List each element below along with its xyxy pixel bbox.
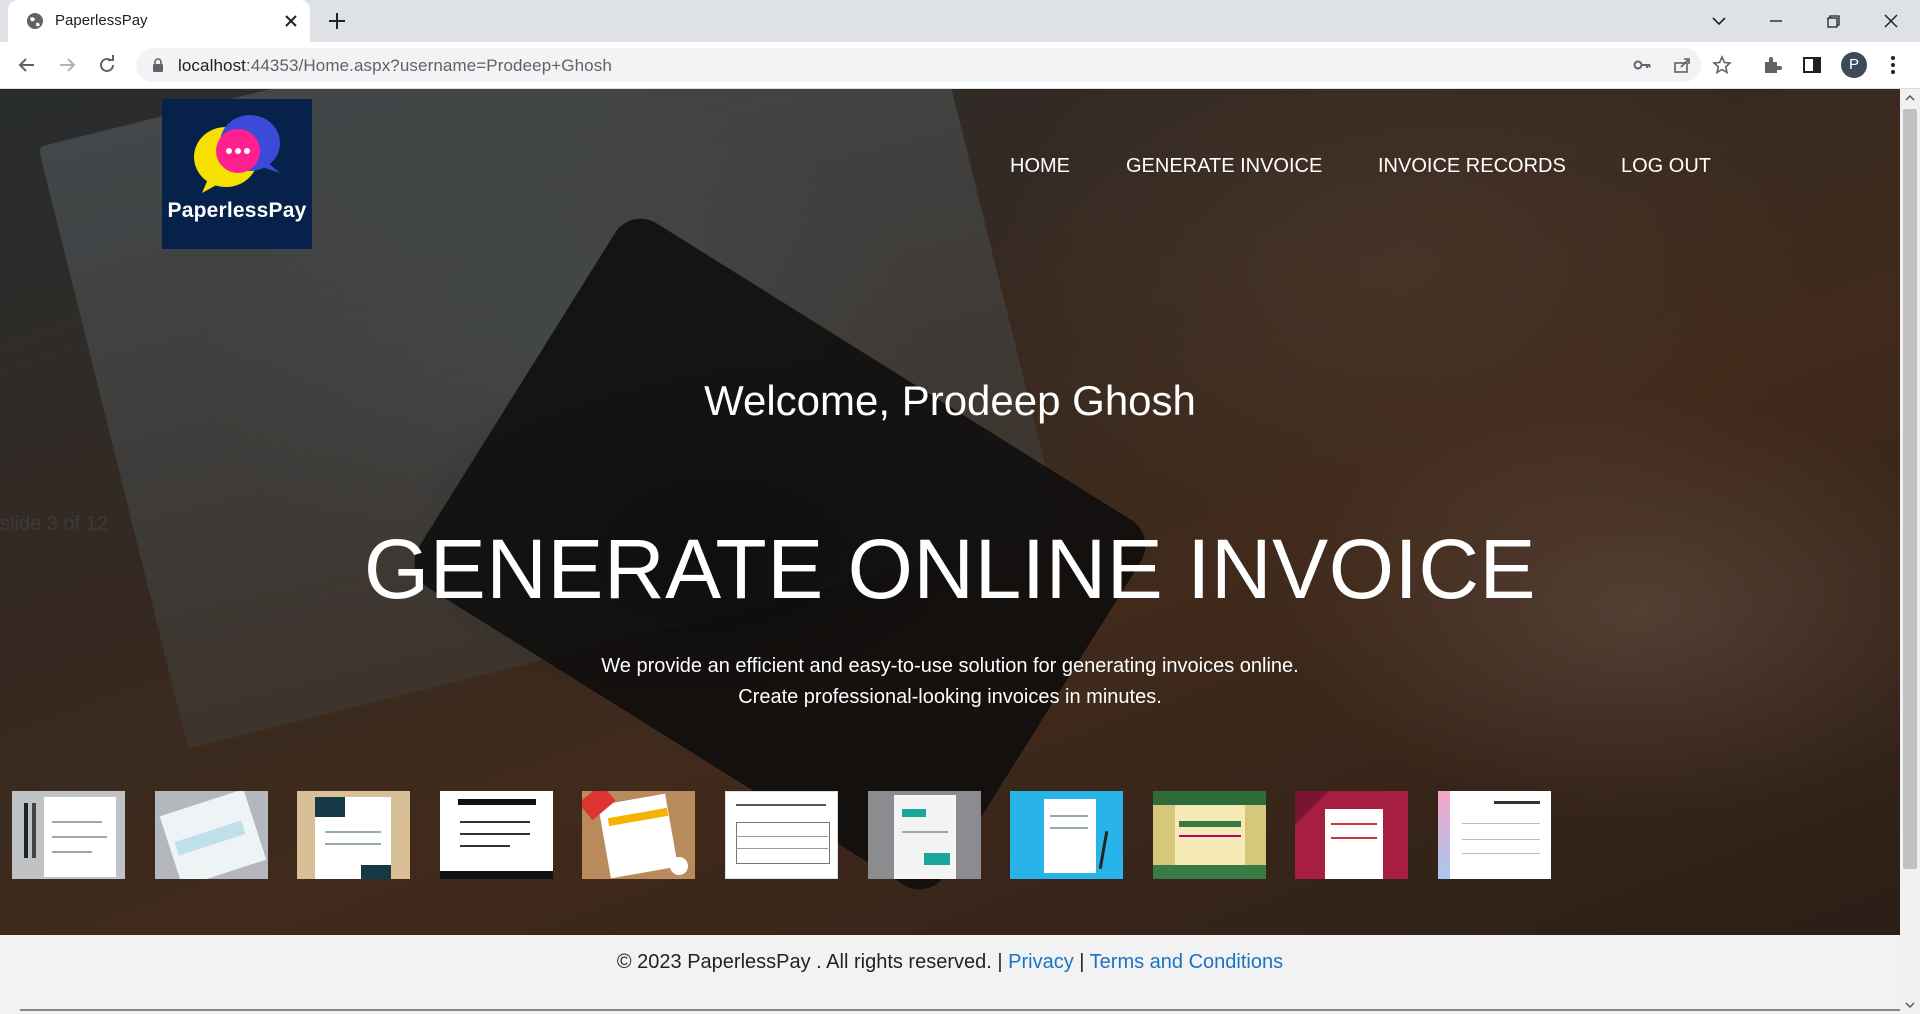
footer-terms-link[interactable]: Terms and Conditions	[1090, 951, 1283, 973]
template-thumb-5[interactable]	[582, 791, 695, 879]
template-thumb-11[interactable]	[1438, 791, 1551, 879]
forward-icon[interactable]	[54, 52, 80, 78]
hero-banner: PaperlessPay HOME GENERATE INVOICE INVOI…	[0, 89, 1900, 935]
new-tab-icon[interactable]	[326, 10, 348, 32]
menu-dots-icon[interactable]	[1882, 54, 1904, 76]
logo-text: PaperlessPay	[167, 199, 307, 222]
scroll-down-icon[interactable]	[1905, 1000, 1915, 1010]
bookmark-star-icon[interactable]	[1712, 55, 1732, 75]
address-bar[interactable]: localhost:44353/Home.aspx?username=Prode…	[136, 48, 1732, 82]
profile-avatar[interactable]: P	[1841, 52, 1867, 78]
extensions-icon[interactable]	[1761, 54, 1783, 76]
hero-subtext-line-2: Create professional-looking invoices in …	[738, 686, 1162, 708]
share-icon[interactable]	[1672, 55, 1692, 75]
lock-icon[interactable]	[150, 57, 166, 73]
page-scrollbar[interactable]	[1900, 89, 1920, 1014]
footer-privacy-link[interactable]: Privacy	[1008, 951, 1074, 973]
template-thumb-2[interactable]	[155, 791, 268, 879]
template-thumb-4[interactable]	[440, 791, 553, 879]
minimize-icon[interactable]	[1763, 8, 1789, 34]
nav-log-out[interactable]: LOG OUT	[1621, 155, 1711, 178]
restore-icon[interactable]	[1820, 8, 1846, 34]
template-thumb-9[interactable]	[1153, 791, 1266, 879]
close-tab-icon[interactable]	[280, 10, 302, 32]
site-logo[interactable]: PaperlessPay	[162, 99, 312, 249]
scrollbar-thumb[interactable]	[1903, 109, 1917, 869]
nav-generate-invoice[interactable]: GENERATE INVOICE	[1126, 155, 1322, 178]
globe-icon	[27, 13, 43, 29]
template-thumb-7[interactable]	[868, 791, 981, 879]
footer-copyright: © 2023 PaperlessPay . All rights reserve…	[616, 951, 1003, 973]
welcome-heading: Welcome, Prodeep Ghosh	[704, 377, 1196, 424]
page-viewport: PaperlessPay HOME GENERATE INVOICE INVOI…	[0, 89, 1900, 1014]
template-thumb-10[interactable]	[1295, 791, 1408, 879]
key-icon[interactable]	[1632, 55, 1652, 75]
browser-toolbar: localhost:44353/Home.aspx?username=Prode…	[0, 42, 1920, 89]
tab-title: PaperlessPay	[55, 12, 148, 29]
template-thumb-8[interactable]	[1010, 791, 1123, 879]
url-text[interactable]: localhost:44353/Home.aspx?username=Prode…	[178, 56, 612, 76]
template-thumb-1[interactable]	[12, 791, 125, 879]
browser-tab[interactable]: PaperlessPay	[8, 0, 310, 42]
reload-icon[interactable]	[94, 52, 120, 78]
chat-bubbles-icon	[194, 115, 280, 193]
template-thumb-6[interactable]	[725, 791, 838, 879]
hero-subtext: We provide an efficient and easy-to-use …	[0, 651, 1900, 713]
footer-separator: |	[1079, 951, 1085, 973]
footer-divider	[20, 1009, 1900, 1011]
hero-headline: GENERATE ONLINE INVOICE	[363, 522, 1537, 616]
close-window-icon[interactable]	[1878, 8, 1904, 34]
nav-invoice-records[interactable]: INVOICE RECORDS	[1378, 155, 1566, 178]
hero-subtext-line-1: We provide an efficient and easy-to-use …	[601, 655, 1299, 677]
tab-search-icon[interactable]	[1706, 8, 1732, 34]
site-footer: © 2023 PaperlessPay . All rights reserve…	[0, 935, 1900, 1014]
scroll-up-icon[interactable]	[1905, 93, 1915, 103]
template-thumb-3[interactable]	[297, 791, 410, 879]
side-panel-icon[interactable]	[1801, 54, 1823, 76]
back-icon[interactable]	[14, 52, 40, 78]
browser-tabstrip: PaperlessPay	[0, 0, 1920, 42]
nav-home[interactable]: HOME	[1010, 155, 1070, 178]
